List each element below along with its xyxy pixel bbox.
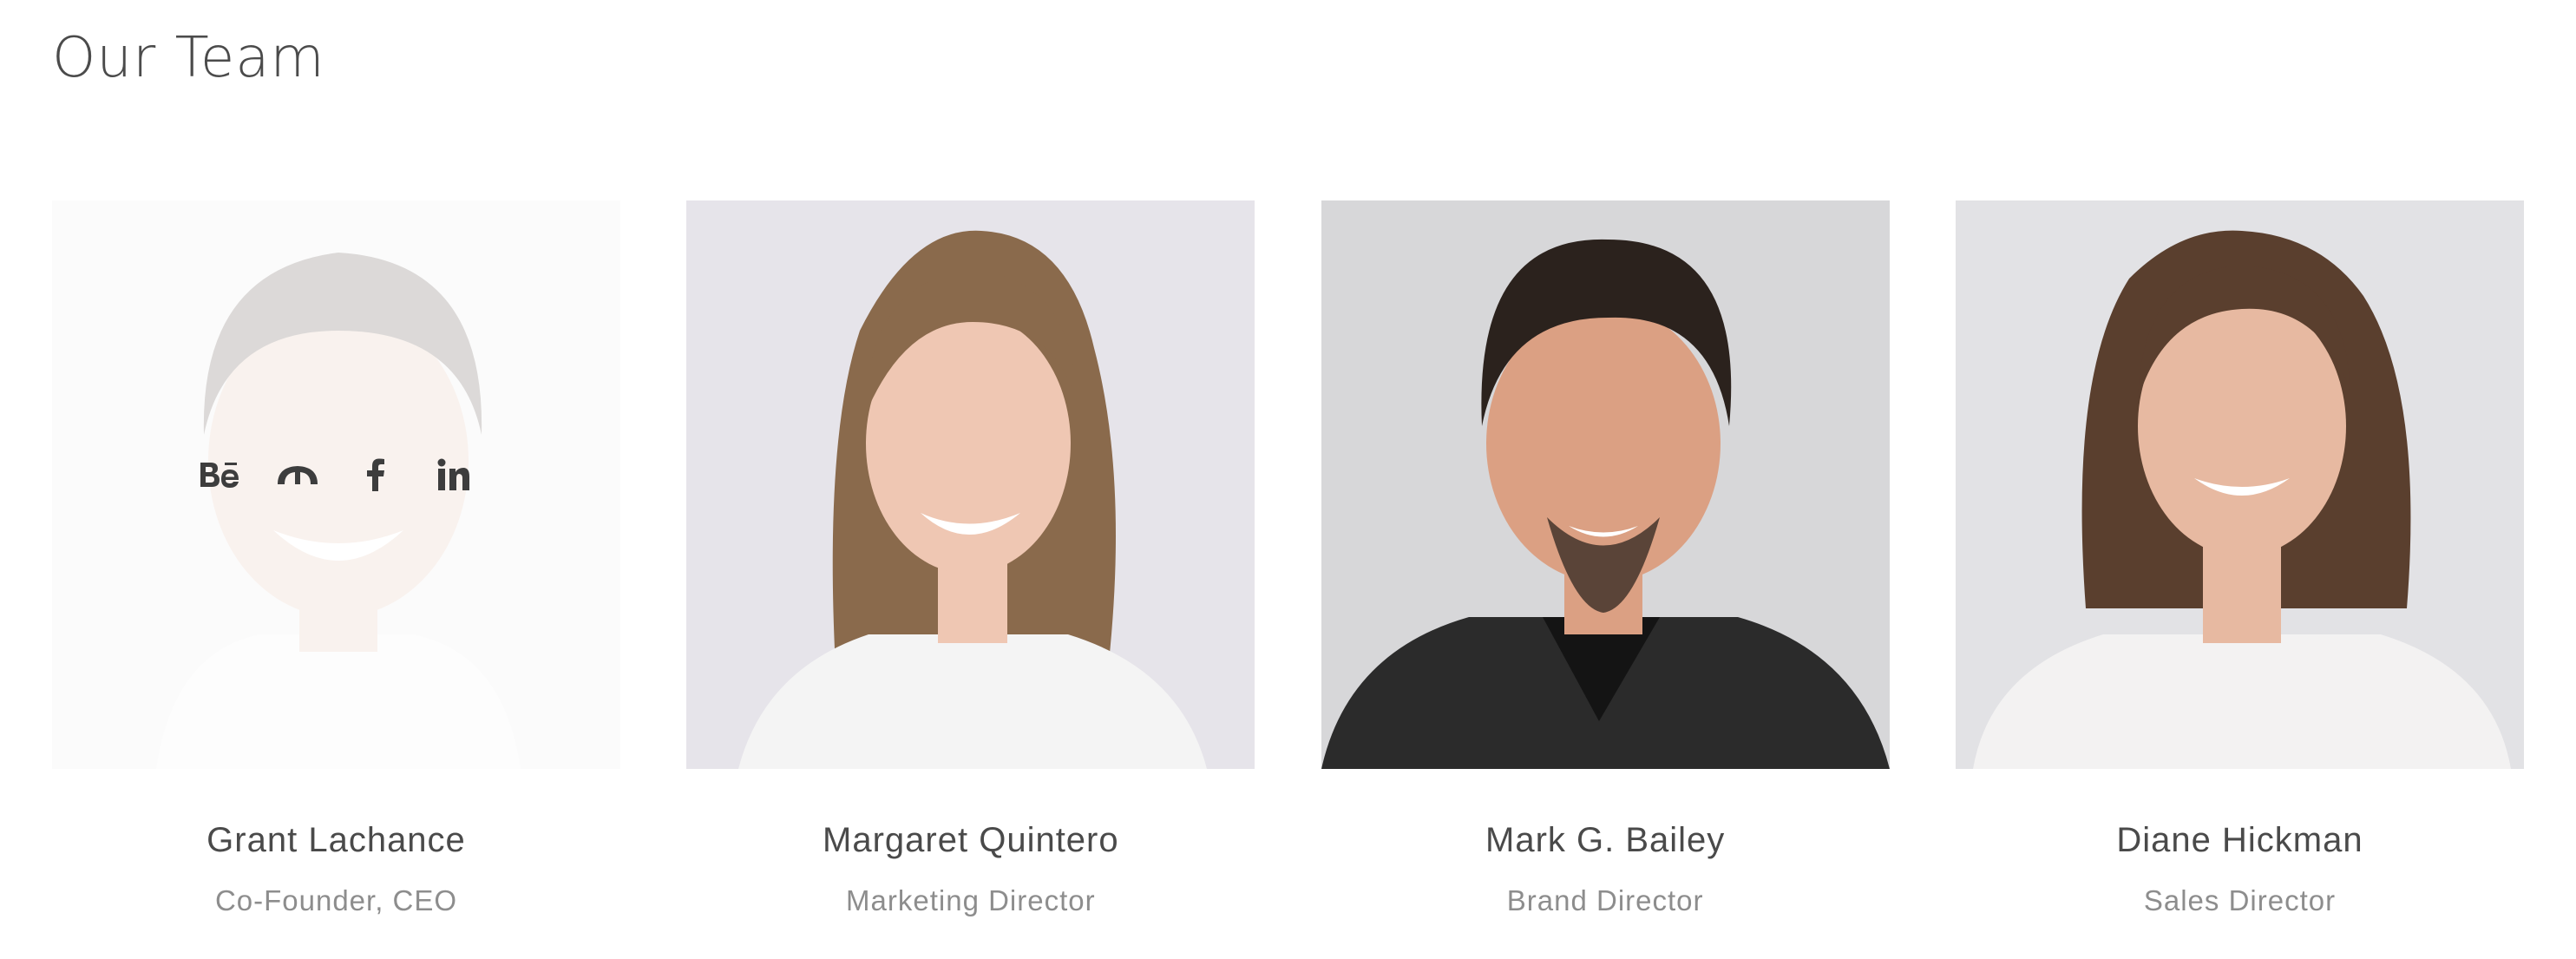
team-member-card[interactable]: Diane Hickman Sales Director: [1955, 200, 2524, 917]
portrait-image: [1321, 200, 1890, 769]
member-role: Sales Director: [2143, 884, 2337, 916]
deviantart-icon[interactable]: [275, 452, 320, 497]
social-links: [52, 452, 620, 497]
section-title: Our Team: [52, 26, 325, 90]
team-member-card[interactable]: Margaret Quintero Marketing Director: [686, 200, 1255, 917]
member-photo[interactable]: [52, 200, 620, 769]
member-name: Mark G. Bailey: [1485, 821, 1726, 859]
member-photo[interactable]: [1955, 200, 2524, 769]
member-role: Co-Founder, CEO: [214, 884, 458, 916]
portrait-image: [686, 200, 1255, 769]
member-role: Brand Director: [1506, 884, 1704, 916]
member-photo[interactable]: [1321, 200, 1890, 769]
member-name: Margaret Quintero: [823, 821, 1119, 859]
linkedin-icon[interactable]: [431, 452, 476, 497]
team-member-card[interactable]: Mark G. Bailey Brand Director: [1321, 200, 1890, 917]
member-role: Marketing Director: [846, 884, 1096, 916]
member-name: Diane Hickman: [2116, 821, 2363, 859]
behance-icon[interactable]: [197, 452, 242, 497]
team-member-card[interactable]: Grant Lachance Co-Founder, CEO: [52, 200, 620, 917]
facebook-icon[interactable]: [353, 452, 398, 497]
team-grid: Grant Lachance Co-Founder, CEO Margaret …: [52, 200, 2524, 917]
member-name: Grant Lachance: [206, 821, 466, 859]
portrait-image: [1955, 200, 2524, 769]
member-photo[interactable]: [686, 200, 1255, 769]
